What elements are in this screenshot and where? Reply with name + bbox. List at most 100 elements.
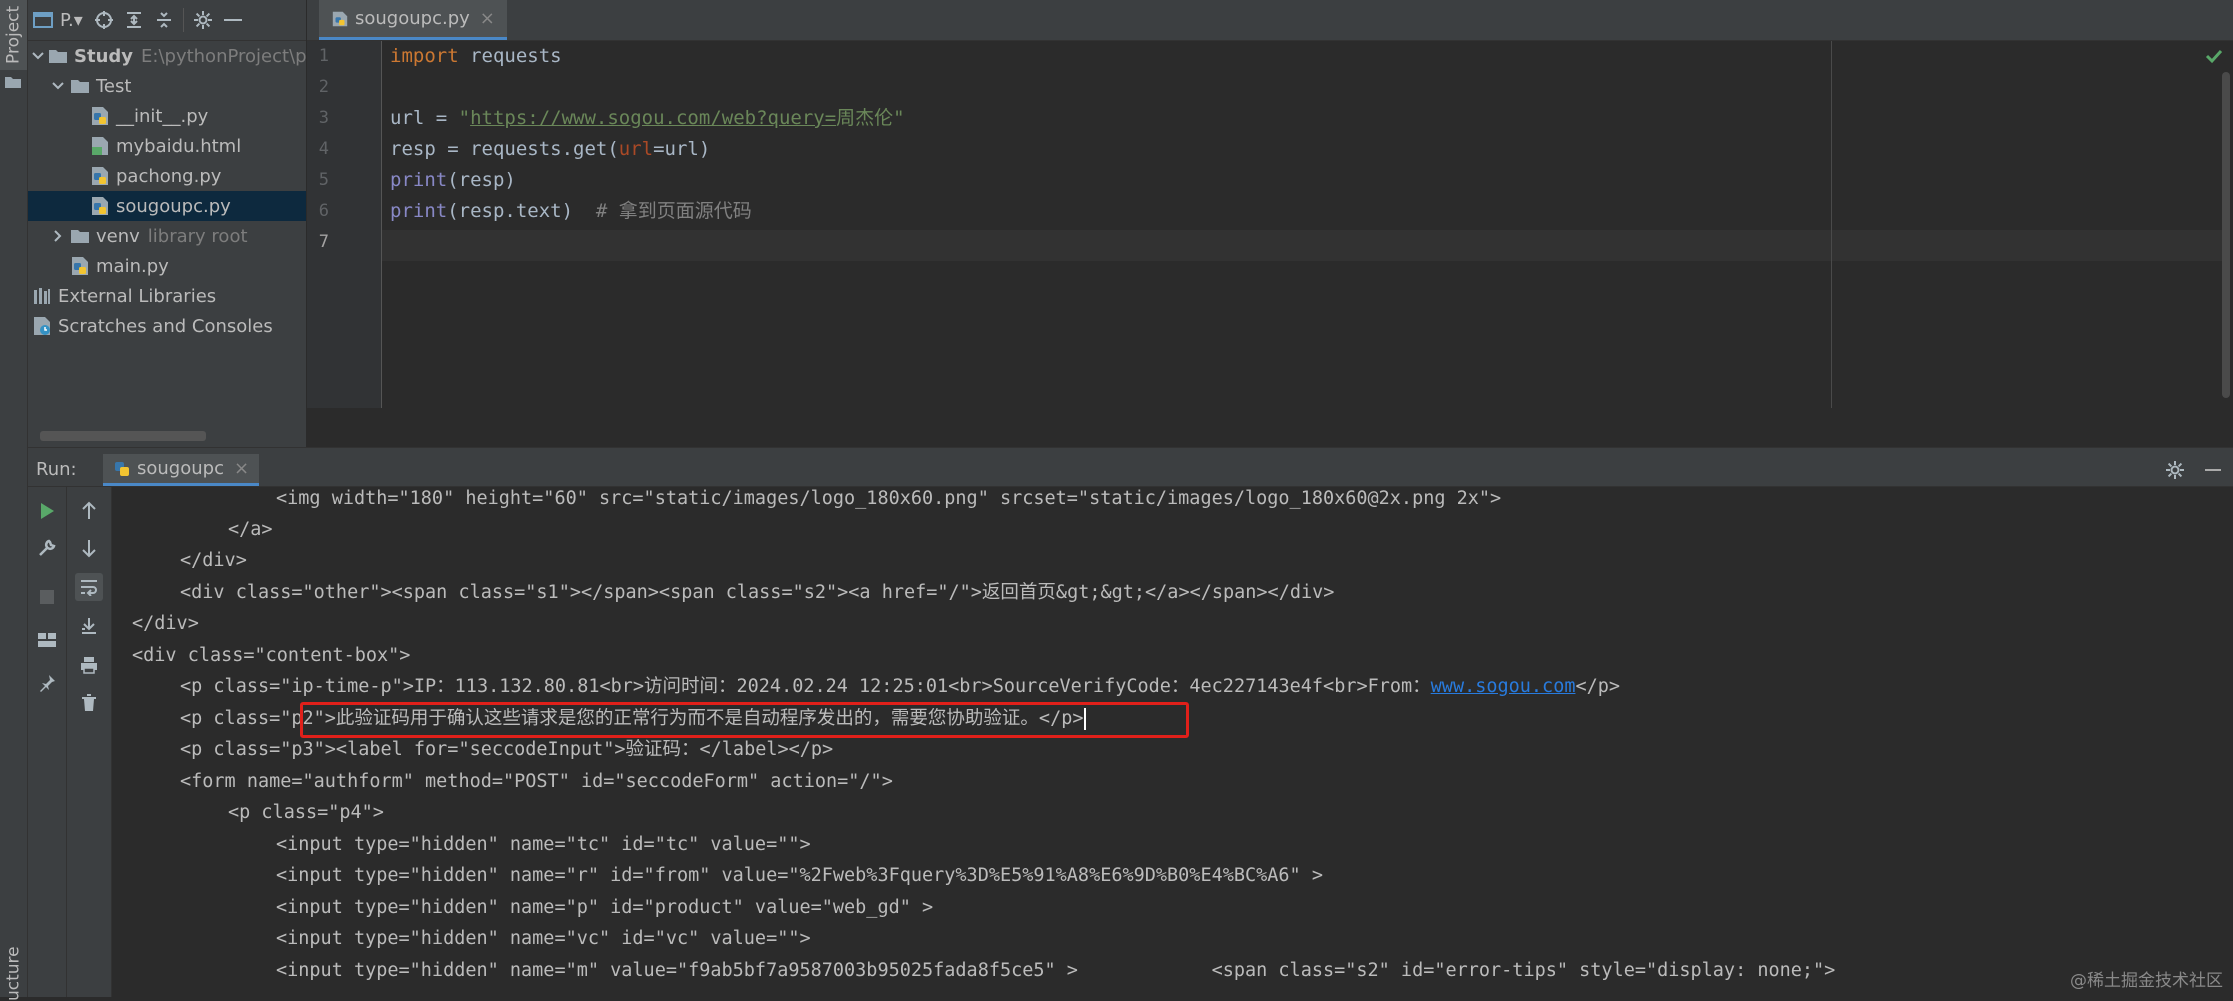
run-tab-label: sougoupc (137, 458, 224, 479)
project-view-selector[interactable]: P.▾ (60, 10, 83, 31)
close-icon[interactable]: × (480, 8, 495, 29)
console-line: <input type="hidden" name="tc" id="tc" v… (276, 834, 811, 855)
folder-icon (5, 77, 21, 88)
console-line: <input type="hidden" name="r" id="from" … (276, 865, 1323, 886)
tree-item-label: __init__.py (116, 105, 209, 127)
console-toolbar (67, 487, 112, 997)
chevron-down-icon[interactable] (50, 78, 66, 94)
line-number: 5 (318, 170, 329, 190)
run-console-output[interactable]: <img width="180" height="60" src="static… (112, 487, 2233, 997)
wrench-icon[interactable] (33, 534, 61, 562)
structure-tool-tab[interactable]: ucture (0, 946, 27, 1001)
tree-item-label: pachong.py (116, 165, 222, 187)
tree-item-label: sougoupc.py (116, 195, 231, 217)
tree-item-label: External Libraries (58, 285, 217, 307)
gear-icon[interactable] (188, 5, 218, 35)
code-line-4: resp = requests.get(url=url) (390, 138, 711, 160)
collapse-all-icon[interactable] (149, 5, 179, 35)
line-number: 1 (318, 46, 329, 66)
tree-item[interactable]: Test (28, 71, 306, 101)
arrow-down-icon[interactable] (75, 534, 103, 562)
tree-item-label: Scratches and Consoles (58, 315, 273, 337)
trash-icon[interactable] (75, 689, 103, 717)
editor-vertical-scrollbar[interactable] (2222, 72, 2230, 398)
tree-item[interactable]: Study E:\pythonProject\py (28, 41, 306, 71)
python-file-icon (332, 11, 348, 26)
console-line: </div> (180, 550, 247, 571)
sogou-link[interactable]: www.sogou.com (1431, 676, 1576, 697)
code-line-1: import requests (390, 45, 562, 67)
tree-item[interactable]: mybaidu.html (28, 131, 306, 161)
locate-file-icon[interactable] (89, 5, 119, 35)
folder-icon (70, 226, 90, 246)
rerun-icon[interactable] (33, 497, 61, 525)
check-icon (2205, 49, 2223, 64)
soft-wrap-icon[interactable] (75, 573, 103, 601)
tree-item[interactable]: venv library root (28, 221, 306, 251)
run-panel-title: Run: (36, 459, 77, 480)
code-editor[interactable]: import requests url = "https://www.sogou… (382, 41, 2233, 408)
pin-icon[interactable] (33, 669, 61, 697)
current-line-highlight (382, 230, 2225, 261)
line-number: 2 (318, 77, 329, 97)
scroll-to-end-icon[interactable] (75, 612, 103, 640)
hide-panel-icon[interactable] (218, 5, 248, 35)
console-line: <p class="ip-time-p">IP：113.132.80.81<br… (180, 676, 1621, 697)
folder-icon (48, 46, 68, 66)
code-line-3: url = "https://www.sogou.com/web?query=周… (390, 107, 905, 129)
project-toolbar: P.▾ (28, 0, 306, 41)
gear-icon[interactable] (2165, 460, 2185, 480)
folder-icon (70, 76, 90, 96)
code-line-6: print(resp.text) # 拿到页面源代码 (390, 200, 752, 222)
tree-item-label: main.py (96, 255, 169, 277)
tree-item[interactable]: __init__.py (28, 101, 306, 131)
libraries-icon (32, 286, 52, 306)
python-file-icon (90, 166, 110, 186)
layout-icon[interactable] (33, 626, 61, 654)
close-icon[interactable]: × (234, 458, 249, 479)
editor-tab-label: sougoupc.py (355, 8, 470, 29)
console-line: <div class="content-box"> (132, 645, 411, 666)
line-number: 3 (318, 108, 329, 128)
project-tree: Study E:\pythonProject\py Test __init__.pym… (28, 41, 306, 447)
print-icon[interactable] (75, 651, 103, 679)
tree-item-label: Study (74, 45, 134, 67)
console-line: <div class="other"><span class="s1"></sp… (180, 582, 1335, 603)
console-line: </a> (228, 519, 273, 540)
tree-item-note: E:\pythonProject\py (141, 45, 306, 67)
line-number: 6 (318, 201, 329, 221)
tree-item-note: library root (147, 225, 248, 247)
project-tool-tab[interactable]: Project (0, 0, 27, 70)
tree-horizontal-scrollbar[interactable] (40, 431, 206, 441)
expand-all-icon[interactable] (119, 5, 149, 35)
editor-tab-sougoupc[interactable]: sougoupc.py × (319, 0, 507, 40)
tool-window-strip: Project ucture (0, 0, 28, 1001)
python-file-icon (90, 106, 110, 126)
line-number: 4 (318, 139, 329, 159)
tree-item[interactable]: Scratches and Consoles (28, 311, 306, 341)
console-line: <input type="hidden" name="vc" id="vc" v… (276, 928, 811, 949)
right-margin-guide (1831, 41, 1832, 408)
tree-item[interactable]: main.py (28, 251, 306, 281)
tree-item[interactable]: pachong.py (28, 161, 306, 191)
stop-icon[interactable] (33, 583, 61, 611)
tree-item[interactable]: External Libraries (28, 281, 306, 311)
editor-tab-bar: sougoupc.py × (307, 0, 2233, 41)
arrow-up-icon[interactable] (75, 497, 103, 525)
line-number: 7 (318, 232, 329, 252)
tree-item[interactable]: sougoupc.py (28, 191, 306, 221)
run-tab-sougoupc[interactable]: sougoupc × (103, 454, 260, 486)
html-file-icon (90, 136, 110, 156)
code-line-5: print(resp) (390, 169, 516, 191)
hide-panel-icon[interactable] (2205, 469, 2221, 471)
chevron-down-icon[interactable] (32, 48, 44, 64)
url-string[interactable]: https://www.sogou.com/web?query= (470, 107, 836, 129)
tree-item-label: venv (96, 225, 140, 247)
tree-item-label: mybaidu.html (116, 135, 242, 157)
console-line: <form name="authform" method="POST" id="… (180, 771, 893, 792)
console-line: <p class="p3"><label for="seccodeInput">… (180, 739, 834, 760)
watermark: @稀土掘金技术社区 (2070, 971, 2223, 991)
console-line: <p class="p4"> (228, 802, 384, 823)
console-line: <input type="hidden" name="m" value="f9a… (276, 960, 1836, 981)
chevron-right-icon[interactable] (50, 228, 66, 244)
